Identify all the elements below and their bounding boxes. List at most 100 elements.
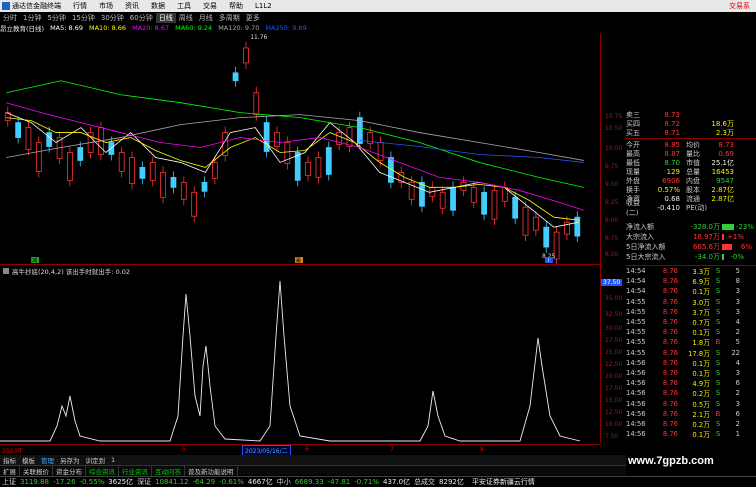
tab-extend[interactable]: 扩展 [0,465,20,476]
high-annotation: 11.76 [250,34,267,41]
candlestick-chart[interactable]: 11.76 8.25 减 赢 I [0,33,600,265]
menu-tools[interactable]: 工具 [171,1,197,11]
tick-volume: 0.1万 [692,329,710,338]
price-tick: 9.00 [605,217,619,224]
quote-value: 25.1亿 [711,158,734,167]
zx-index-name[interactable]: 中小 [275,477,293,487]
tab-fund-dist[interactable]: 资金分布 [53,465,86,476]
ask-price: 8.73 [664,110,680,119]
period-60min[interactable]: 60分钟 [127,13,156,23]
menu-trade[interactable]: 交易 [197,1,223,11]
zx-index-amount: 437.0亿 [383,478,411,486]
tick-volume: 17.8万 [688,349,710,358]
period-multi[interactable]: 多周期 [216,13,243,23]
tick-time: 14:55 [626,328,646,337]
server-name[interactable]: 平安证券新疆云行情 [470,477,537,487]
quote-value: 0.68 [664,194,680,203]
date-month: 7 [390,446,394,453]
period-monthly[interactable]: 月线 [196,13,216,23]
tab-related-quote[interactable]: 关联报价 [20,465,53,476]
tab-saveas[interactable]: 另存为 [57,455,83,465]
tab-qa[interactable]: 互动问答 [152,465,185,476]
sell-marker-label: 减 [32,257,37,264]
tick-volume: 0.2万 [692,420,710,429]
tab-template[interactable]: 模板 [19,455,38,465]
tick-count: 1 [735,430,740,439]
candle-body [243,47,249,64]
tick-side: S [715,318,721,327]
tick-price: 8.76 [662,430,678,439]
tick-row: 14:56 8.76 0.2万 S 2 [626,388,756,398]
sh-index-name[interactable]: 上证 [0,477,18,487]
tab-indicator[interactable]: 指标 [0,455,19,465]
date-month: 5 [182,446,186,453]
extension-tabbar: 扩展 关联报价 资金分布 综合资讯 行业资讯 互动问答 普及新功能说明 [0,465,626,476]
period-daily[interactable]: 日线 [155,12,176,23]
tab-bind[interactable]: 训定到 [83,455,109,465]
quote-value: 2.87亿 [711,194,734,203]
quote-value: 16453 [711,167,734,176]
candle-body [263,122,270,152]
tick-price: 8.76 [662,297,678,306]
bid-label: 买五 [626,128,640,137]
total-turnover-label: 总成交 [414,478,436,486]
period-15min[interactable]: 15分钟 [69,13,98,23]
candle-body [450,186,456,211]
ma5-label: MA5: 8.69 [50,24,83,32]
tick-price: 8.76 [662,287,678,296]
tick-price: 8.76 [662,328,678,337]
ind-tick: 12.50 [605,409,623,416]
tick-row: 14:56 8.76 0.1万 S 3 [626,368,756,378]
period-more[interactable]: 更多 [243,13,263,23]
tab-industry[interactable]: 行业资讯 [119,465,152,476]
tab-news[interactable]: 综合资讯 [86,465,119,476]
trade-system-link[interactable]: 交易系 [723,1,756,11]
tick-time: 14:55 [626,348,646,357]
ma60-label: MA60: 9.24 [175,24,213,32]
period-30min[interactable]: 30分钟 [98,13,127,23]
period-5min[interactable]: 5分钟 [44,13,68,23]
period-toolbar: 分时 1分钟 5分钟 15分钟 30分钟 60分钟 日线 周线 月线 多周期 更… [0,12,430,23]
tick-price: 8.76 [662,389,678,398]
index-status-bar: 上证 3119.88 -17.26 -0.55% 3625亿 深证 10841.… [0,476,756,487]
candle-body [118,152,125,172]
tick-side: S [715,297,721,306]
menu-quotes[interactable]: 行情 [67,1,93,11]
flow-pct: -23% [735,223,754,231]
menu-l1l2[interactable]: L1L2 [249,2,278,10]
menu-help[interactable]: 帮助 [223,1,249,11]
tick-row: 14:56 8.76 0.1万 S 4 [626,358,756,368]
tick-side: S [715,419,721,428]
candle-body [470,186,477,203]
tick-price: 8.76 [662,338,678,347]
menu-data[interactable]: 数据 [145,1,171,11]
tab-new-feature[interactable]: 普及新功能说明 [185,465,238,476]
tab-manage[interactable]: 管理 [38,455,57,465]
quote-label: 收益(二) [626,198,640,217]
tick-time: 14:55 [626,318,646,327]
tick-row: 14:56 8.76 0.1万 S 1 [626,429,756,439]
sz-index-name[interactable]: 深证 [135,477,153,487]
indicator-chart[interactable] [0,276,600,444]
tick-row: 14:56 8.76 2.1万 B 6 [626,409,756,419]
quote-value: 8.73 [718,140,734,149]
tick-list[interactable]: 14:54 8.76 3.3万 S 5 14:54 8.76 6.9万 S 8 14:54 8.76 0… [626,265,756,475]
period-1min[interactable]: 1分钟 [20,13,44,23]
tick-row: 14:55 8.76 3.0万 S 3 [626,297,756,307]
menu-news[interactable]: 资讯 [119,1,145,11]
tick-count: 3 [735,287,740,296]
candle-body [139,167,146,179]
candle-body [274,132,280,147]
period-intraday[interactable]: 分时 [0,13,20,23]
low-marker-label: I [548,258,549,264]
period-weekly[interactable]: 周线 [176,13,196,23]
menu-market[interactable]: 市场 [93,1,119,11]
tick-row: 14:54 8.76 3.3万 S 5 [626,266,756,276]
tick-time: 14:56 [626,430,646,439]
tick-count: 6 [735,379,740,388]
tick-row: 14:56 8.76 0.5万 S 3 [626,398,756,409]
tab-one[interactable]: 1 [108,456,118,464]
ind-tick: 20.00 [605,373,623,380]
candle-body [191,191,198,217]
tick-row: 14:56 8.76 4.9万 S 6 [626,378,756,388]
